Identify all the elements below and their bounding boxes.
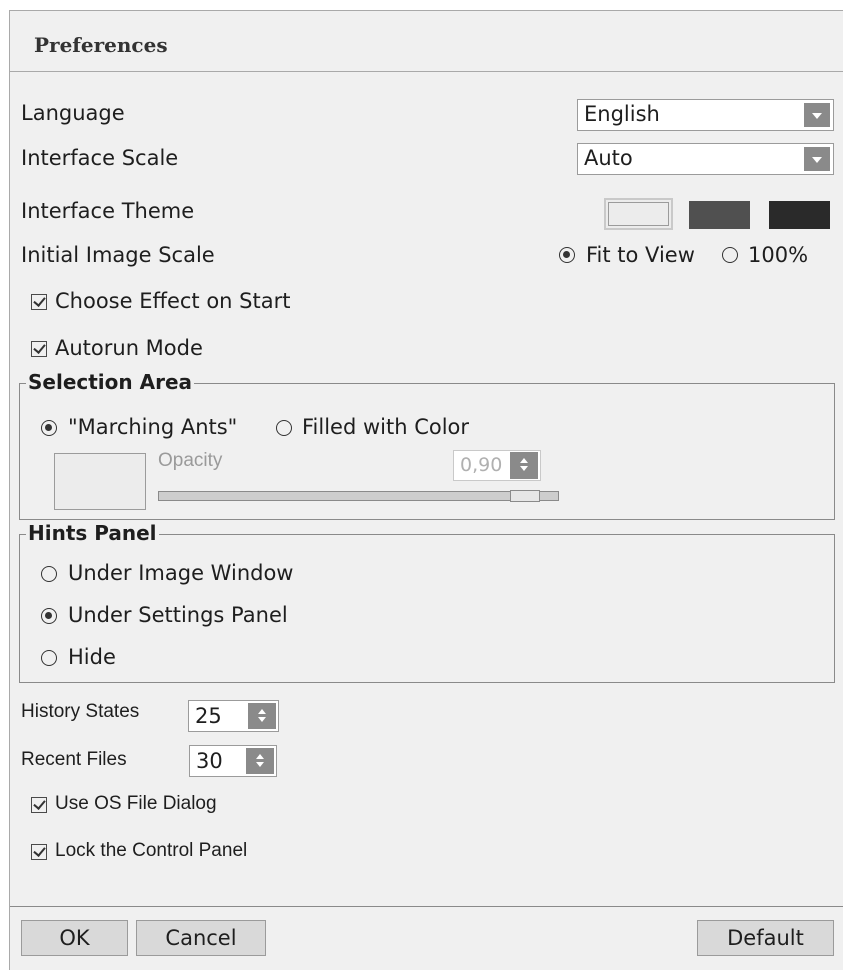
100-percent-radio[interactable]	[722, 247, 738, 263]
fit-to-view-label: Fit to View	[586, 243, 695, 267]
stepper-arrows-icon[interactable]	[248, 703, 276, 729]
fit-to-view-radio[interactable]	[559, 247, 575, 263]
interface-theme-label: Interface Theme	[21, 199, 195, 223]
choose-effect-checkbox[interactable]	[31, 294, 47, 310]
under-image-window-label: Under Image Window	[68, 561, 294, 585]
stepper-arrows-icon[interactable]	[510, 452, 538, 479]
theme-light-swatch[interactable]	[604, 198, 673, 230]
lock-control-panel-label: Lock the Control Panel	[55, 840, 248, 861]
100-percent-label: 100%	[748, 243, 809, 267]
autorun-mode-label: Autorun Mode	[55, 336, 203, 360]
chevron-down-icon[interactable]	[804, 147, 830, 171]
filled-with-color-radio[interactable]	[276, 420, 292, 436]
opacity-slider-handle[interactable]	[510, 490, 540, 502]
hide-label: Hide	[68, 645, 116, 669]
default-button[interactable]: Default	[697, 920, 834, 956]
ok-button[interactable]: OK	[21, 920, 128, 956]
chevron-down-icon[interactable]	[804, 103, 830, 127]
cancel-button[interactable]: Cancel	[136, 920, 266, 956]
interface-scale-value: Auto	[584, 146, 633, 170]
filled-with-color-label: Filled with Color	[302, 415, 470, 439]
recent-files-value: 30	[196, 749, 223, 773]
interface-scale-label: Interface Scale	[21, 146, 179, 170]
preferences-dialog: Preferences Language English Interface S…	[9, 10, 843, 970]
selection-color-swatch[interactable]	[54, 453, 146, 510]
lock-control-panel-checkbox[interactable]	[31, 844, 47, 860]
history-states-label: History States	[21, 701, 140, 722]
language-value: English	[584, 102, 660, 126]
autorun-mode-checkbox[interactable]	[31, 341, 47, 357]
footer-divider	[10, 906, 843, 907]
dialog-title: Preferences	[34, 33, 168, 57]
choose-effect-label: Choose Effect on Start	[55, 289, 291, 313]
marching-ants-label: "Marching Ants"	[68, 415, 238, 439]
recent-files-label: Recent Files	[21, 749, 127, 770]
opacity-slider[interactable]	[158, 490, 559, 502]
opacity-stepper[interactable]: 0,90	[453, 450, 541, 481]
under-settings-panel-label: Under Settings Panel	[68, 603, 288, 627]
title-bar: Preferences	[10, 11, 843, 72]
language-label: Language	[21, 101, 125, 125]
initial-image-scale-label: Initial Image Scale	[21, 243, 215, 267]
history-states-stepper[interactable]: 25	[188, 700, 279, 732]
hide-radio[interactable]	[41, 650, 57, 666]
interface-scale-select[interactable]: Auto	[577, 143, 834, 175]
recent-files-stepper[interactable]: 30	[189, 745, 277, 777]
opacity-value: 0,90	[460, 454, 503, 476]
selection-area-title: Selection Area	[26, 370, 195, 394]
theme-gray-swatch[interactable]	[689, 201, 750, 229]
under-image-window-radio[interactable]	[41, 566, 57, 582]
marching-ants-radio[interactable]	[41, 420, 57, 436]
use-os-file-dialog-checkbox[interactable]	[31, 797, 47, 813]
history-states-value: 25	[195, 704, 222, 728]
opacity-label: Opacity	[158, 450, 223, 471]
stepper-arrows-icon[interactable]	[246, 748, 274, 774]
use-os-file-dialog-label: Use OS File Dialog	[55, 793, 217, 814]
hints-panel-title: Hints Panel	[26, 521, 159, 545]
language-select[interactable]: English	[577, 99, 834, 131]
theme-dark-swatch[interactable]	[769, 201, 830, 229]
under-settings-panel-radio[interactable]	[41, 608, 57, 624]
